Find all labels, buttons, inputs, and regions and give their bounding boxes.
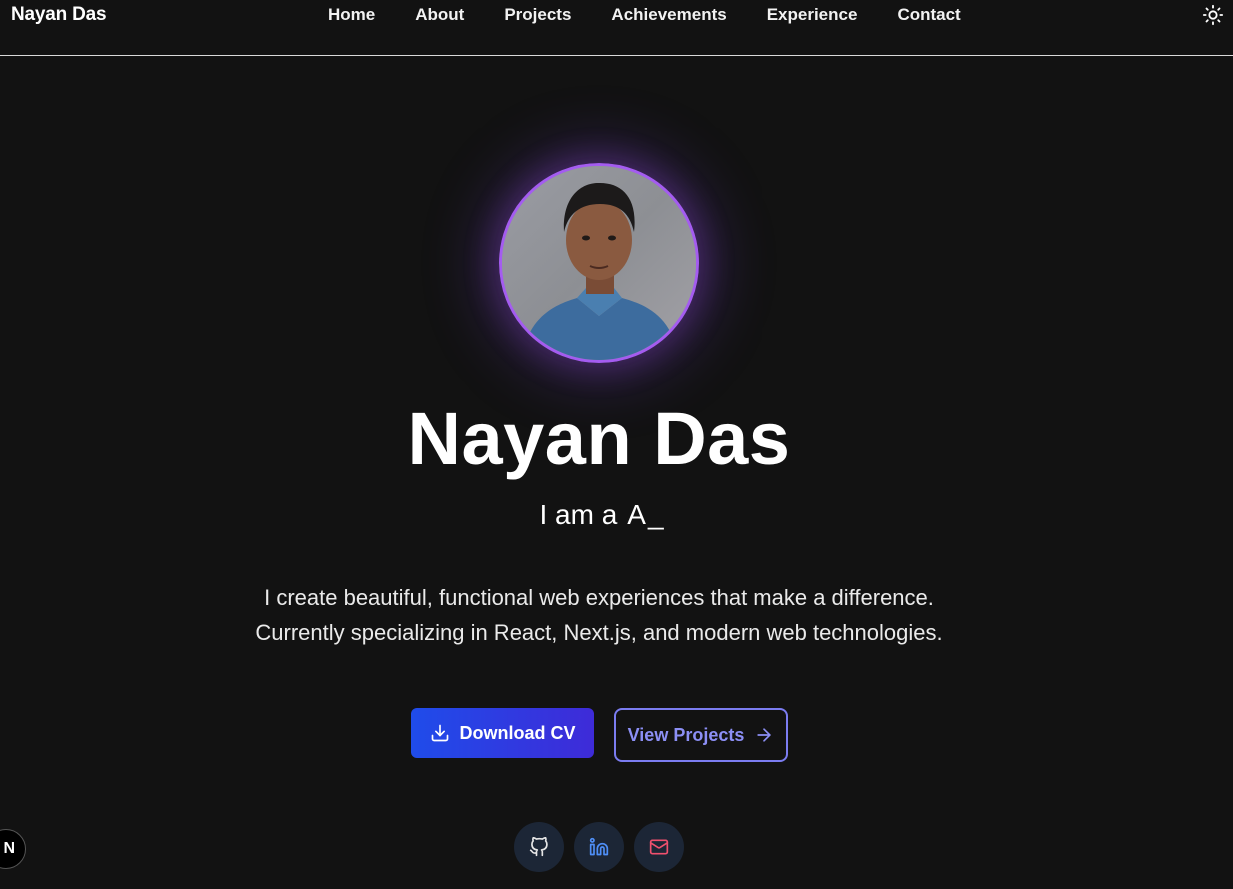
brand-logo[interactable]: Nayan Das bbox=[11, 4, 107, 26]
nav-link-achievements[interactable]: Achievements bbox=[611, 5, 726, 25]
view-projects-label: View Projects bbox=[627, 724, 745, 745]
download-cv-label: Download CV bbox=[459, 722, 576, 743]
github-link[interactable] bbox=[514, 822, 564, 872]
hero-section: Nayan Das I am a A_ I create beautiful, f… bbox=[0, 57, 1233, 889]
typing-cursor: _ bbox=[647, 499, 664, 530]
bio-line-1: I create beautiful, functional web exper… bbox=[264, 585, 934, 610]
hero-bio: I create beautiful, functional web exper… bbox=[0, 580, 1198, 650]
profile-photo bbox=[502, 166, 696, 360]
avatar bbox=[499, 163, 699, 363]
mail-icon bbox=[649, 839, 669, 855]
social-links bbox=[514, 822, 684, 872]
nav-link-contact[interactable]: Contact bbox=[897, 5, 960, 25]
download-icon bbox=[431, 724, 448, 742]
email-link[interactable] bbox=[634, 822, 684, 872]
typing-text: A bbox=[627, 499, 646, 530]
typing-role: I am a A_ bbox=[0, 499, 1203, 531]
hero-name: Nayan Das bbox=[407, 397, 791, 480]
sun-icon bbox=[1202, 4, 1224, 26]
download-cv-button[interactable]: Download CV bbox=[411, 708, 594, 758]
github-icon bbox=[529, 837, 548, 857]
bio-line-2: Currently specializing in React, Next.js… bbox=[255, 620, 943, 645]
view-projects-button[interactable]: View Projects bbox=[614, 708, 788, 762]
nav-link-home[interactable]: Home bbox=[328, 5, 375, 25]
linkedin-icon bbox=[589, 837, 609, 856]
nav-links: Home About Projects Achievements Experie… bbox=[328, 5, 1001, 25]
nav-link-projects[interactable]: Projects bbox=[504, 5, 571, 25]
theme-toggle-button[interactable] bbox=[1202, 4, 1224, 26]
nav-link-experience[interactable]: Experience bbox=[767, 5, 858, 25]
top-navbar: Nayan Das Home About Projects Achievemen… bbox=[0, 0, 1233, 56]
typing-prefix: I am a bbox=[539, 499, 618, 530]
arrow-right-icon bbox=[757, 728, 772, 742]
linkedin-link[interactable] bbox=[574, 822, 624, 872]
nav-link-about[interactable]: About bbox=[415, 5, 464, 25]
